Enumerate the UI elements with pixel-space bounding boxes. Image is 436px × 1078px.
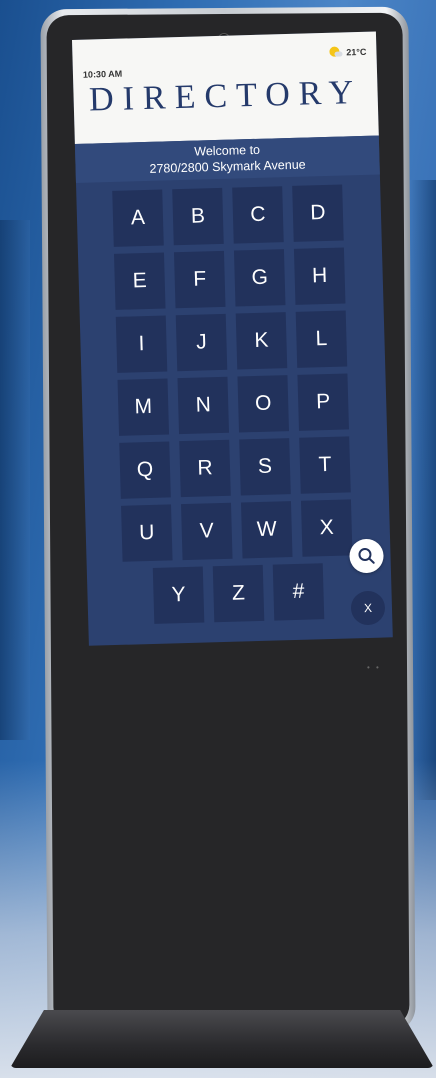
background-wall-left xyxy=(0,220,30,740)
search-button[interactable] xyxy=(349,538,384,574)
key-o[interactable]: O xyxy=(237,375,290,433)
key-hash[interactable]: # xyxy=(272,563,325,621)
key-x[interactable]: X xyxy=(300,499,353,557)
key-y[interactable]: Y xyxy=(152,566,205,624)
search-icon xyxy=(358,548,375,564)
kiosk-screen: 10:30 AM 21°C DIRECTORY Welcome to 2780/… xyxy=(72,31,393,646)
key-b[interactable]: B xyxy=(172,187,224,246)
key-v[interactable]: V xyxy=(181,502,233,561)
key-z[interactable]: Z xyxy=(212,564,265,623)
key-l[interactable]: L xyxy=(295,310,348,368)
weather-widget: 21°C xyxy=(329,45,366,59)
background-wall-right xyxy=(410,180,436,800)
key-q[interactable]: Q xyxy=(119,441,171,499)
key-w[interactable]: W xyxy=(240,501,293,559)
key-n[interactable]: N xyxy=(177,376,230,435)
key-s[interactable]: S xyxy=(239,438,291,496)
page-title: DIRECTORY xyxy=(88,73,363,119)
key-t[interactable]: T xyxy=(299,436,351,494)
key-u[interactable]: U xyxy=(121,504,173,562)
partly-sunny-icon xyxy=(329,45,342,58)
key-c[interactable]: C xyxy=(232,186,284,244)
temperature: 21°C xyxy=(346,46,367,57)
clock: 10:30 AM xyxy=(82,68,123,80)
close-button[interactable]: X xyxy=(350,590,386,626)
letter-keypad: A B C D E F G H I J K L M N O P Q R S T … xyxy=(112,184,353,562)
key-m[interactable]: M xyxy=(117,378,170,436)
key-g[interactable]: G xyxy=(233,249,286,307)
key-i[interactable]: I xyxy=(115,315,168,373)
key-j[interactable]: J xyxy=(175,313,228,372)
key-r[interactable]: R xyxy=(179,439,231,498)
header-bar: 10:30 AM 21°C DIRECTORY xyxy=(72,31,379,144)
kiosk-stand xyxy=(10,1010,434,1068)
key-p[interactable]: P xyxy=(297,373,349,431)
key-e[interactable]: E xyxy=(113,252,166,310)
key-f[interactable]: F xyxy=(173,250,226,309)
key-k[interactable]: K xyxy=(235,312,288,370)
keypad-last-row: Y Z # xyxy=(152,563,325,624)
sensor-dots: • • xyxy=(367,663,381,672)
key-h[interactable]: H xyxy=(293,247,346,305)
key-a[interactable]: A xyxy=(112,189,164,247)
welcome-banner: Welcome to 2780/2800 Skymark Avenue xyxy=(74,135,380,183)
key-d[interactable]: D xyxy=(292,184,344,242)
